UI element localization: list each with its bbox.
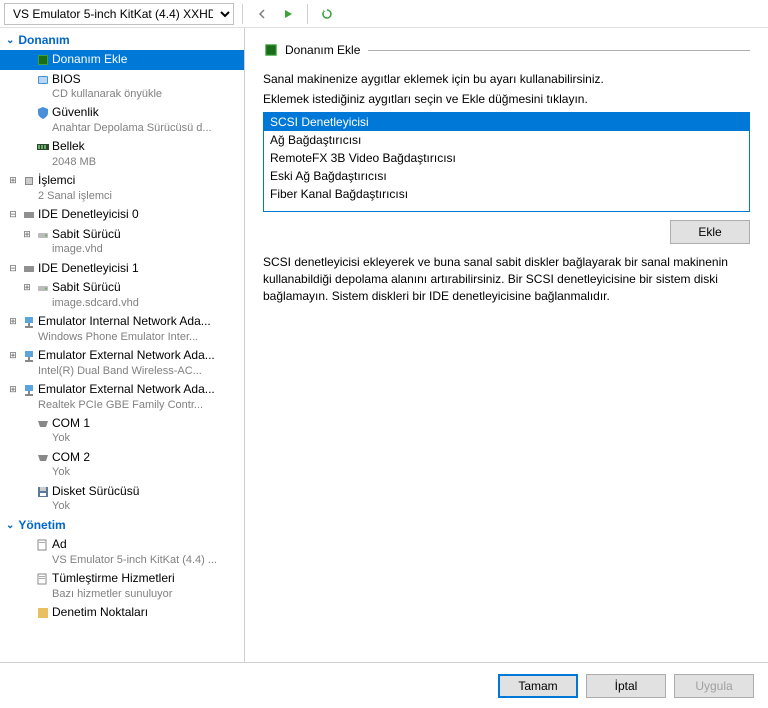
tree-ide0[interactable]: ⊟ IDE Denetleyicisi 0 <box>0 205 244 225</box>
expand-icon[interactable]: ⊞ <box>6 314 20 328</box>
memory-icon <box>34 139 52 154</box>
collapse-icon[interactable]: ⊟ <box>6 207 20 221</box>
hardware-options-listbox[interactable]: SCSI Denetleyicisi Ağ Bağdaştırıcısı Rem… <box>263 112 750 212</box>
apply-button[interactable]: Uygula <box>674 674 754 698</box>
listbox-item[interactable]: RemoteFX 3B Video Bağdaştırıcısı <box>264 149 749 167</box>
panel-desc-1: Sanal makinenize aygıtlar eklemek için b… <box>263 72 750 86</box>
tag-icon <box>34 537 52 552</box>
tree-harddrive[interactable]: ⊞ Sabit Sürücü image.sdcard.vhd <box>0 278 244 312</box>
sidebar-tree[interactable]: ⌄ Donanım Donanım Ekle BIOS CD kullanara… <box>0 28 245 662</box>
chevron-down-icon: ⌄ <box>6 520 14 531</box>
panel-title-row: Donanım Ekle <box>263 42 750 58</box>
expand-icon[interactable]: ⊞ <box>20 227 34 241</box>
collapse-icon[interactable]: ⊟ <box>6 261 20 275</box>
section-label: Donanım <box>18 33 69 47</box>
expand-icon[interactable]: ⊞ <box>6 348 20 362</box>
network-icon <box>20 382 38 397</box>
tree-name[interactable]: Ad VS Emulator 5-inch KitKat (4.4) ... <box>0 535 244 569</box>
tree-harddrive[interactable]: ⊞ Sabit Sürücü image.vhd <box>0 225 244 259</box>
refresh-button[interactable] <box>316 3 338 25</box>
checkpoint-icon <box>34 605 52 620</box>
tree-network-external[interactable]: ⊞ Emulator External Network Ada... Realt… <box>0 380 244 414</box>
title-divider <box>368 50 750 51</box>
tree-processor[interactable]: ⊞ İşlemci 2 Sanal işlemci <box>0 171 244 205</box>
section-management[interactable]: ⌄ Yönetim <box>0 515 244 535</box>
panel-title: Donanım Ekle <box>285 43 360 57</box>
content-area: ⌄ Donanım Donanım Ekle BIOS CD kullanara… <box>0 28 768 662</box>
listbox-item[interactable]: Eski Ağ Bağdaştırıcısı <box>264 167 749 185</box>
help-text: SCSI denetleyicisi ekleyerek ve buna san… <box>263 254 750 304</box>
chevron-down-icon: ⌄ <box>6 35 14 46</box>
tree-network-internal[interactable]: ⊞ Emulator Internal Network Ada... Windo… <box>0 312 244 346</box>
serial-port-icon <box>34 450 52 465</box>
tree-security[interactable]: Güvenlik Anahtar Depolama Sürücüsü d... <box>0 103 244 137</box>
listbox-item[interactable]: SCSI Denetleyicisi <box>264 113 749 131</box>
tree-bios[interactable]: BIOS CD kullanarak önyükle <box>0 70 244 104</box>
tree-integration[interactable]: Tümleştirme Hizmetleri Bazı hizmetler su… <box>0 569 244 603</box>
toolbar-separator <box>307 4 308 24</box>
add-button[interactable]: Ekle <box>670 220 750 244</box>
listbox-item[interactable]: Ağ Bağdaştırıcısı <box>264 131 749 149</box>
tree-com1[interactable]: COM 1 Yok <box>0 414 244 448</box>
processor-icon <box>20 173 38 188</box>
network-icon <box>20 314 38 329</box>
serial-port-icon <box>34 416 52 431</box>
expand-icon[interactable]: ⊞ <box>20 280 34 294</box>
expand-icon[interactable]: ⊞ <box>6 382 20 396</box>
tree-add-hardware[interactable]: Donanım Ekle <box>0 50 244 70</box>
vm-selector[interactable]: VS Emulator 5-inch KitKat (4.4) XXHDPI P <box>4 3 234 25</box>
tree-network-external[interactable]: ⊞ Emulator External Network Ada... Intel… <box>0 346 244 380</box>
add-hardware-icon <box>263 42 279 58</box>
panel-desc-2: Eklemek istediğiniz aygıtları seçin ve E… <box>263 92 750 106</box>
network-icon <box>20 348 38 363</box>
start-button[interactable] <box>277 3 299 25</box>
expand-icon[interactable]: ⊞ <box>6 173 20 187</box>
toolbar: VS Emulator 5-inch KitKat (4.4) XXHDPI P <box>0 0 768 28</box>
dialog-footer: Tamam İptal Uygula <box>0 662 768 708</box>
nav-back-button[interactable] <box>251 3 273 25</box>
floppy-icon <box>34 484 52 499</box>
main-panel: Donanım Ekle Sanal makinenize aygıtlar e… <box>245 28 768 662</box>
tree-ide1[interactable]: ⊟ IDE Denetleyicisi 1 <box>0 259 244 279</box>
section-label: Yönetim <box>18 518 65 532</box>
shield-icon <box>34 105 52 120</box>
controller-icon <box>20 207 38 222</box>
cancel-button[interactable]: İptal <box>586 674 666 698</box>
listbox-item[interactable]: Fiber Kanal Bağdaştırıcısı <box>264 185 749 203</box>
ok-button[interactable]: Tamam <box>498 674 578 698</box>
tree-floppy[interactable]: Disket Sürücüsü Yok <box>0 482 244 516</box>
controller-icon <box>20 261 38 276</box>
add-hardware-icon <box>34 52 52 67</box>
tree-com2[interactable]: COM 2 Yok <box>0 448 244 482</box>
services-icon <box>34 571 52 586</box>
tree-memory[interactable]: Bellek 2048 MB <box>0 137 244 171</box>
disk-icon <box>34 280 52 295</box>
toolbar-separator <box>242 4 243 24</box>
disk-icon <box>34 227 52 242</box>
chip-icon <box>34 72 52 87</box>
section-hardware[interactable]: ⌄ Donanım <box>0 30 244 50</box>
tree-checkpoints[interactable]: Denetim Noktaları <box>0 603 244 623</box>
